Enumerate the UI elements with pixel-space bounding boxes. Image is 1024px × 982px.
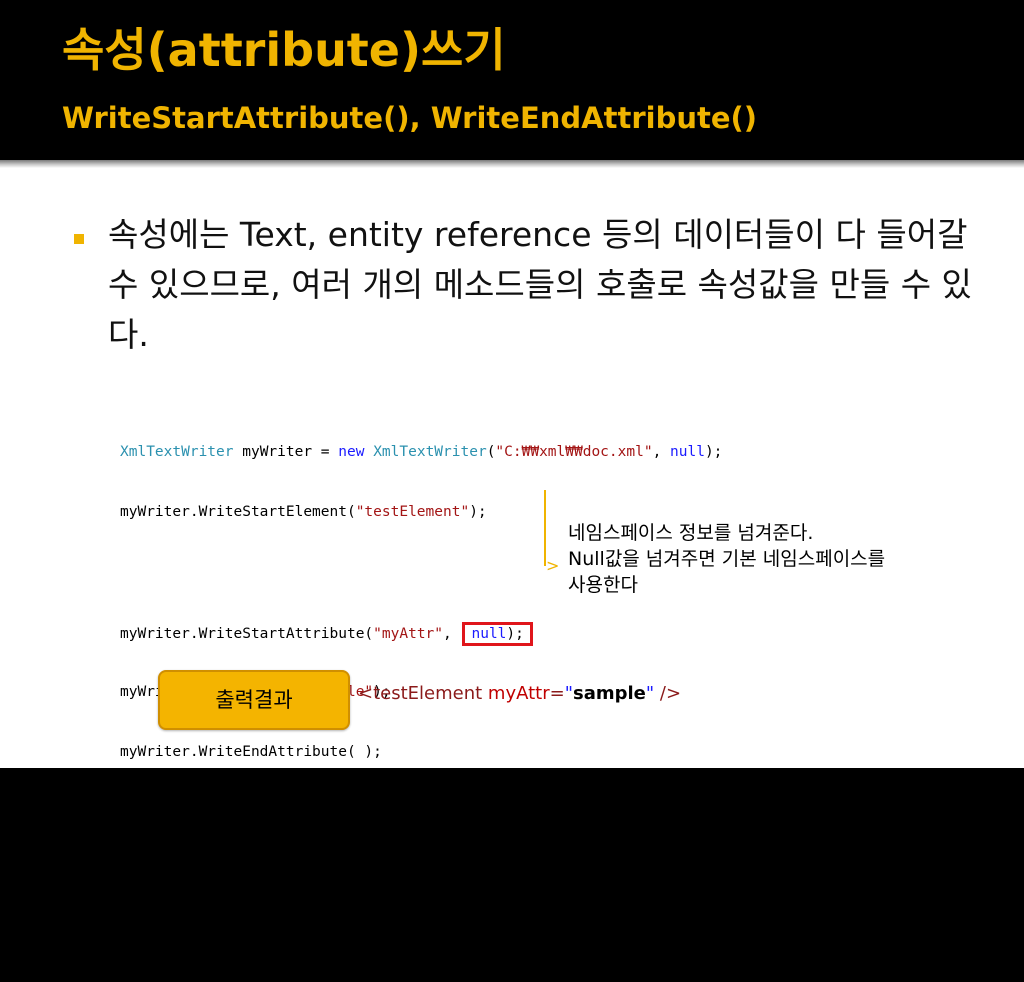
annotation-note: 네임스페이스 정보를 넘겨준다. Null값을 넘겨주면 기본 네임스페이스를 … — [568, 520, 1018, 598]
code-token: , — [652, 444, 671, 460]
title-divider — [0, 160, 1024, 168]
xml-token: /> — [654, 683, 682, 704]
slide-title: 속성(attribute)쓰기 — [62, 23, 506, 77]
code-token: "C:₩₩xml₩₩doc.xml" — [495, 444, 653, 460]
code-line-2: myWriter.WriteStartElement("testElement"… — [120, 502, 840, 522]
code-line-1: XmlTextWriter myWriter = new XmlTextWrit… — [120, 442, 840, 462]
slide-content: 속성에는 Text, entity reference 등의 데이터들이 다 들… — [0, 168, 1024, 940]
code-line-7: myWriter.Close( ); — [120, 924, 278, 940]
null-highlight-box: null); — [462, 622, 533, 646]
code-token: myWriter = — [233, 444, 339, 460]
code-token: , — [443, 626, 461, 642]
code-token: ); — [704, 444, 723, 460]
xml-token: sample — [572, 683, 646, 704]
code-token: ); — [469, 504, 487, 520]
xml-token: " — [645, 683, 655, 704]
bullet-marker-icon — [74, 234, 84, 244]
note-line-1: 네임스페이스 정보를 넘겨준다. — [568, 522, 814, 544]
code-token: null — [670, 444, 705, 460]
output-xml: <testElement myAttr="sample" /> — [358, 682, 681, 706]
xml-token: = — [549, 683, 565, 704]
title-bar: 속성(attribute)쓰기 WriteStartAttribute(), W… — [0, 0, 1024, 160]
output-result-button: 출력결과 — [158, 670, 350, 730]
annotation-connector — [544, 490, 546, 566]
code-line-3: myWriter.WriteStartAttribute("myAttr", n… — [120, 622, 840, 646]
code-line-5: myWriter.WriteEndAttribute( ); — [120, 744, 382, 760]
code-token: ); — [506, 626, 524, 642]
code-token: XmlTextWriter — [364, 444, 487, 460]
code-token: new — [338, 444, 365, 460]
code-token: XmlTextWriter — [120, 444, 234, 460]
bullet-text: 속성에는 Text, entity reference 등의 데이터들이 다 들… — [108, 215, 972, 354]
code-token: "myAttr" — [373, 626, 444, 642]
xml-token: " — [564, 683, 573, 704]
note-line-2: Null값을 넘겨주면 기본 네임스페이스를 — [568, 548, 886, 570]
slide-subtitle: WriteStartAttribute(), WriteEndAttribute… — [62, 101, 758, 135]
arrow-right-icon: > — [546, 556, 560, 575]
code-token: null — [471, 626, 507, 642]
xml-token: myAttr — [487, 683, 550, 704]
code-token: myWriter.WriteStartAttribute( — [120, 626, 374, 642]
xml-token: <testElement — [358, 683, 488, 704]
code-token: myWriter.WriteStartElement( — [120, 504, 356, 520]
code-line-6: myWriter.WriteEndElement( ); — [120, 864, 365, 880]
note-line-3: 사용한다 — [568, 574, 638, 596]
code-token: "testElement" — [355, 504, 470, 520]
